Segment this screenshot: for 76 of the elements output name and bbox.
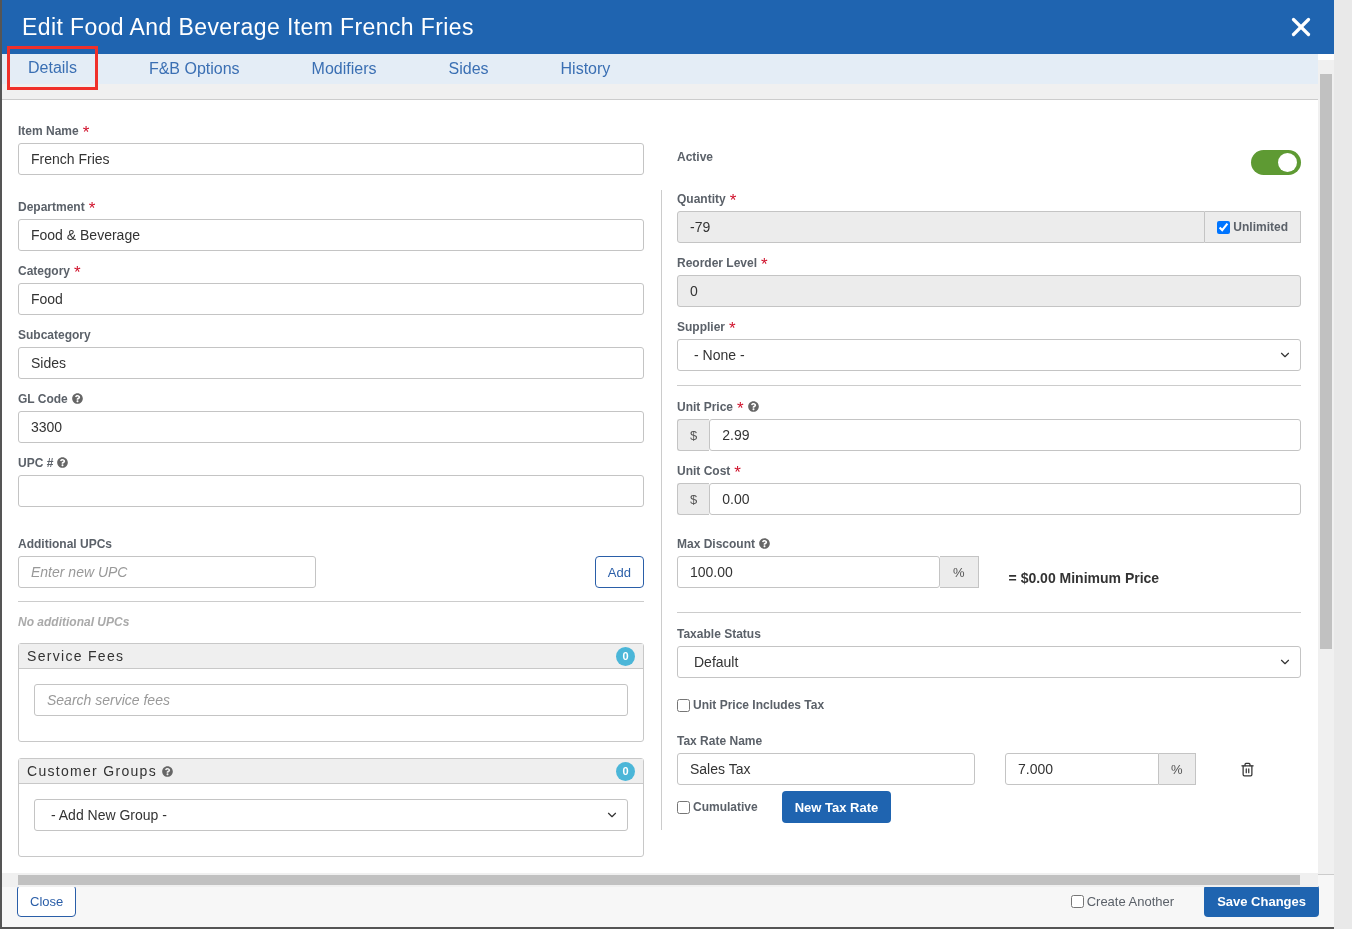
required-mark: *: [737, 403, 744, 414]
tab[interactable]: Modifiers: [290, 54, 398, 84]
tab[interactable]: F&B Options: [127, 54, 261, 84]
field-label: Additional UPCs: [18, 536, 112, 551]
panel-title: Service Fees: [27, 648, 125, 664]
input-field[interactable]: Sales Tax: [677, 753, 975, 785]
required-mark: *: [729, 195, 737, 206]
help-icon[interactable]: [71, 393, 83, 404]
field-label: Supplier: [677, 319, 725, 334]
save-button[interactable]: Save Changes: [1204, 885, 1319, 917]
field-label: Tax Rate Name: [677, 733, 763, 748]
required-mark: *: [761, 259, 768, 270]
count-badge: 0: [616, 646, 635, 666]
add-button[interactable]: Add: [594, 556, 644, 588]
field-label: Category: [18, 263, 70, 278]
input-field[interactable]: 2.99: [709, 419, 1301, 451]
tab[interactable]: Sides: [427, 54, 510, 84]
input-field[interactable]: 3300: [18, 411, 644, 443]
field-label: Department: [18, 199, 85, 214]
search-field[interactable]: Search service fees: [34, 684, 628, 716]
trash-icon[interactable]: [1239, 761, 1255, 777]
minimum-price-text: = $0.00 Minimum Price: [1008, 570, 1160, 586]
tab[interactable]: History: [539, 54, 632, 84]
dropdown-field[interactable]: Default: [677, 646, 1301, 678]
input-field[interactable]: Food: [18, 283, 644, 315]
toggle-switch[interactable]: [1251, 150, 1301, 175]
close-button[interactable]: Close: [17, 885, 77, 917]
input-field[interactable]: Enter new UPC: [18, 556, 316, 588]
required-mark: *: [729, 323, 736, 334]
help-icon[interactable]: [57, 457, 69, 468]
input-field[interactable]: 100.00: [677, 556, 940, 588]
field-label: Unit Cost: [677, 463, 731, 478]
tab[interactable]: Details: [7, 46, 98, 90]
required-mark: *: [82, 127, 90, 138]
field-label: Quantity: [677, 191, 726, 206]
checkbox[interactable]: [677, 800, 690, 814]
dropdown-field[interactable]: - None -: [677, 339, 1301, 371]
field-label: Subcategory: [18, 327, 91, 342]
currency-addon: $: [677, 419, 710, 451]
input-field[interactable]: 7.000: [1005, 753, 1159, 785]
field-label: Item Name: [18, 123, 79, 138]
horizontal-scrollbar[interactable]: [2, 873, 1318, 887]
empty-message: No additional UPCs: [18, 615, 131, 629]
checkbox[interactable]: [677, 698, 690, 712]
percent-addon: %: [940, 556, 979, 588]
input-field[interactable]: 0.00: [709, 483, 1301, 515]
checkbox[interactable]: [1070, 894, 1084, 908]
help-icon[interactable]: [162, 765, 173, 777]
field-label: Active: [677, 150, 714, 164]
new-tax-rate-button[interactable]: New Tax Rate: [781, 791, 892, 823]
checkbox-label: Create Another: [1086, 893, 1175, 909]
vertical-scrollbar[interactable]: [1318, 60, 1334, 874]
help-icon[interactable]: [747, 401, 759, 412]
checkbox-label: Unlimited: [1233, 220, 1288, 234]
field-label: Unit Price: [677, 399, 733, 414]
input-field[interactable]: [18, 475, 644, 507]
help-icon[interactable]: [759, 538, 770, 549]
input-field[interactable]: French Fries: [18, 143, 644, 175]
percent-addon: %: [1159, 753, 1196, 785]
field-label: Taxable Status: [677, 626, 761, 641]
checkbox-label: Unit Price Includes Tax: [693, 698, 825, 712]
panel-title: Customer Groups: [27, 763, 157, 779]
count-badge: 0: [616, 761, 635, 781]
window-title: Edit Food And Beverage Item French Fries: [22, 13, 474, 41]
dropdown-field[interactable]: - Add New Group -: [34, 799, 628, 831]
required-mark: *: [734, 467, 741, 478]
checkbox-label: Cumulative: [693, 800, 758, 814]
currency-addon: $: [677, 483, 710, 515]
field-label: Reorder Level: [677, 255, 758, 270]
field-label: GL Code: [18, 391, 68, 406]
input-field[interactable]: Food & Beverage: [18, 219, 644, 251]
required-mark: *: [74, 267, 81, 278]
required-mark: *: [88, 203, 96, 214]
input-field[interactable]: Sides: [18, 347, 644, 379]
field-label: UPC #: [18, 455, 54, 470]
field-label: Max Discount: [677, 536, 755, 551]
